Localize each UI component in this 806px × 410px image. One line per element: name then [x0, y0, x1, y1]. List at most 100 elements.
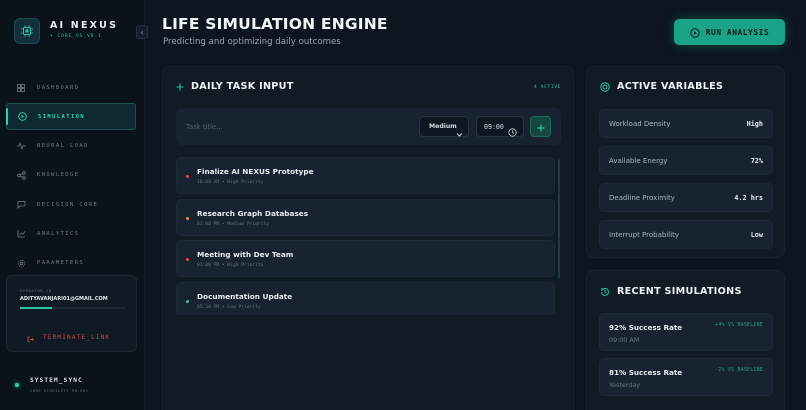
- run-analysis-button[interactable]: RUN ANALYSIS: [674, 19, 785, 45]
- simulation-title: 92% Success Rate: [609, 323, 683, 332]
- recent-simulations-panel: RECENT SIMULATIONS 92% Success Rate 09:0…: [586, 270, 785, 410]
- sidebar-item-decision-core[interactable]: DECISION CORE: [6, 191, 136, 218]
- target-icon: [600, 81, 610, 92]
- sidebar-item-simulation[interactable]: SIMULATION: [6, 103, 136, 131]
- sidebar-item-analytics[interactable]: ANALYTICS: [6, 220, 136, 247]
- sidebar-item-label: DASHBOARD: [37, 84, 80, 91]
- priority-value: Medium: [429, 123, 457, 130]
- variable-label: Deadline Proximity: [609, 194, 675, 202]
- task-input-row: Medium 09:00: [176, 108, 561, 145]
- variable-label: Workload Density: [609, 120, 671, 128]
- simulation-time: 09:00 AM: [609, 336, 640, 344]
- add-task-button[interactable]: [530, 116, 551, 137]
- sidebar-item-parameters[interactable]: PARAMETERS: [6, 250, 136, 277]
- sidebar-item-label: KNOWLEDGE: [37, 172, 80, 179]
- sidebar-item-dashboard[interactable]: DASHBOARD: [6, 74, 136, 101]
- task-card[interactable]: Meeting with Dev Team 03:00 PM • High Pr…: [176, 240, 555, 277]
- priority-select[interactable]: Medium: [419, 116, 469, 137]
- sidebar-item-label: SIMULATION: [38, 113, 86, 120]
- brand-version: • CORE_OS_V8.1: [50, 34, 102, 39]
- task-meta: 01:00 PM • Medium Priority: [197, 221, 269, 227]
- operator-caption: OPERATOR_ID: [20, 288, 52, 293]
- active-variables-title-text: ACTIVE VARIABLES: [617, 81, 724, 92]
- simulation-delta: -2% VS BASELINE: [715, 368, 763, 373]
- time-input[interactable]: 09:00: [476, 116, 524, 137]
- chevron-left-icon: ‹: [140, 27, 144, 37]
- task-meta: 03:00 PM • High Priority: [197, 263, 264, 268]
- sidebar-nav: DASHBOARD SIMULATION NEURAL LOAD KNOWLED…: [6, 74, 136, 279]
- variable-card: Workload Density High: [599, 109, 773, 138]
- grid-icon: [16, 83, 26, 93]
- play-circle-icon: [17, 112, 27, 122]
- chevron-down-icon: [456, 123, 463, 142]
- recent-simulations-title-text: RECENT SIMULATIONS: [617, 286, 742, 297]
- terminate-label: TERMINATE_LINK: [43, 334, 111, 341]
- variable-value: Low: [750, 231, 763, 239]
- time-value: 09:00: [484, 122, 504, 131]
- brand-name: AI NEXUS: [50, 20, 119, 31]
- priority-dot-icon: [186, 216, 189, 220]
- active-variables-panel: ACTIVE VARIABLES Workload Density High A…: [586, 66, 785, 258]
- sidebar-item-label: PARAMETERS: [37, 260, 85, 267]
- task-title: Meeting with Dev Team: [197, 250, 294, 259]
- variable-card: Interrupt Probability Low: [599, 220, 773, 249]
- gear-icon: [16, 258, 26, 268]
- task-title: Research Graph Databases: [197, 208, 309, 218]
- variable-card: Deadline Proximity 4.2 hrs: [599, 183, 773, 212]
- logout-icon: [27, 328, 35, 347]
- operator-card: OPERATOR_ID ADITYAVANJARI01@GMAIL.COM TE…: [6, 275, 137, 352]
- history-icon: [600, 287, 610, 297]
- variable-label: Interrupt Probability: [609, 231, 680, 239]
- system-status-title: SYSTEM_SYNC: [30, 377, 83, 384]
- variable-value: 4.2 hrs: [734, 194, 763, 202]
- line-chart-icon: [16, 229, 26, 239]
- terminate-link-button[interactable]: TERMINATE_LINK: [27, 328, 110, 347]
- daily-task-panel: DAILY TASK INPUT 4 ACTIVE Medium 09:00 F…: [162, 66, 574, 410]
- task-card[interactable]: Documentation Update 05:30 PM • Low Prio…: [176, 281, 555, 315]
- run-analysis-label: RUN ANALYSIS: [705, 27, 770, 37]
- task-title-input[interactable]: [186, 117, 416, 136]
- brand-logo-icon: [14, 18, 40, 44]
- priority-dot-icon: [186, 299, 189, 303]
- plus-icon: [537, 117, 545, 136]
- system-status-subtitle: CORE STABILITY 98.98%: [30, 388, 89, 393]
- sidebar-item-label: ANALYTICS: [37, 230, 80, 237]
- task-card[interactable]: Research Graph Databases 01:00 PM • Medi…: [176, 198, 555, 236]
- task-title: Finalize AI NEXUS Prototype: [197, 167, 314, 176]
- recent-simulations-title: RECENT SIMULATIONS: [600, 286, 742, 297]
- operator-email: ADITYAVANJARI01@GMAIL.COM: [20, 296, 108, 302]
- pulse-icon: [16, 141, 26, 151]
- page-subtitle: Predicting and optimizing daily outcomes: [163, 37, 341, 47]
- message-square-icon: [16, 200, 26, 210]
- page-title: LIFE SIMULATION ENGINE: [162, 15, 388, 33]
- status-dot-icon: [15, 383, 19, 387]
- simulation-card[interactable]: 81% Success Rate Yesterday -2% VS BASELI…: [599, 358, 773, 396]
- sidebar-item-label: NEURAL LOAD: [37, 143, 89, 150]
- active-variables-title: ACTIVE VARIABLES: [600, 81, 723, 92]
- sidebar-item-label: DECISION CORE: [37, 201, 99, 208]
- share-nodes-icon: [16, 170, 26, 180]
- priority-dot-icon: [186, 175, 189, 178]
- sidebar-item-knowledge[interactable]: KNOWLEDGE: [6, 162, 136, 189]
- operator-progress-fill: [20, 307, 52, 309]
- simulation-delta: +4% VS BASELINE: [715, 323, 763, 328]
- variable-card: Available Energy 72%: [599, 146, 773, 175]
- collapse-sidebar-button[interactable]: ‹: [136, 25, 148, 39]
- play-circle-icon: [690, 23, 700, 42]
- operator-progress-bar: [20, 307, 125, 309]
- task-card[interactable]: Finalize AI NEXUS Prototype 10:00 AM • H…: [176, 157, 555, 194]
- variable-value: High: [746, 120, 763, 128]
- daily-task-title-text: DAILY TASK INPUT: [191, 81, 294, 92]
- active-count-badge: 4 ACTIVE: [534, 85, 561, 90]
- daily-task-title: DAILY TASK INPUT: [176, 81, 294, 92]
- simulation-card[interactable]: 92% Success Rate 09:00 AM +4% VS BASELIN…: [599, 313, 773, 351]
- task-list-scrollbar[interactable]: [558, 159, 560, 279]
- task-title: Documentation Update: [197, 291, 293, 301]
- sidebar-item-neural-load[interactable]: NEURAL LOAD: [6, 133, 136, 160]
- system-status: SYSTEM_SYNC CORE STABILITY 98.98%: [15, 374, 135, 398]
- variable-value: 72%: [750, 157, 763, 165]
- simulation-title: 81% Success Rate: [609, 368, 683, 377]
- plus-icon: [176, 83, 184, 91]
- task-list: Finalize AI NEXUS Prototype 10:00 AM • H…: [176, 157, 560, 315]
- clock-icon: [508, 122, 517, 141]
